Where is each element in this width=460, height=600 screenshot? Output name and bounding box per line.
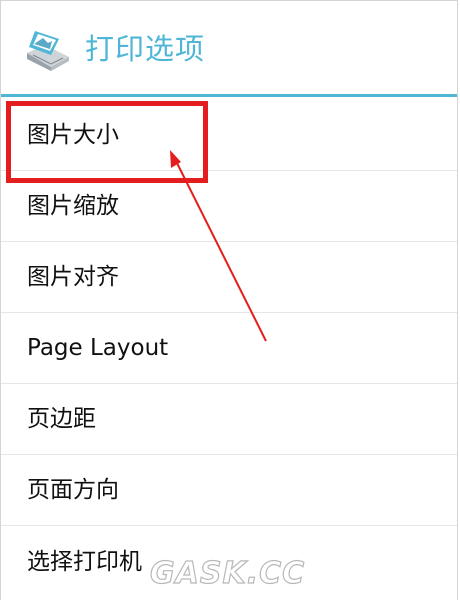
menu-item-label: 图片对齐 <box>27 264 119 290</box>
menu-item-select-printer[interactable]: 选择打印机 <box>1 526 457 597</box>
dialog-header: 打印选项 <box>1 1 457 97</box>
menu-item-label: 页边距 <box>27 406 96 432</box>
menu-item-image-scale[interactable]: 图片缩放 <box>1 171 457 242</box>
menu-item-label: 选择打印机 <box>27 548 142 575</box>
print-options-menu: 图片大小 图片缩放 图片对齐 Page Layout 页边距 页面方向 选择打印… <box>1 100 457 597</box>
menu-item-label: 图片缩放 <box>27 193 119 219</box>
menu-item-page-layout[interactable]: Page Layout <box>1 313 457 384</box>
menu-item-image-size[interactable]: 图片大小 <box>1 100 457 171</box>
menu-item-label: 页面方向 <box>27 477 119 503</box>
menu-item-page-orientation[interactable]: 页面方向 <box>1 455 457 526</box>
menu-item-label: 图片大小 <box>27 122 119 148</box>
dialog-title: 打印选项 <box>85 32 206 66</box>
print-options-dialog: 打印选项 图片大小 图片缩放 图片对齐 Page Layout 页边距 页面方向… <box>0 0 458 600</box>
printer-icon <box>27 31 69 71</box>
menu-item-page-margins[interactable]: 页边距 <box>1 384 457 455</box>
menu-item-label: Page Layout <box>27 335 169 361</box>
menu-item-image-align[interactable]: 图片对齐 <box>1 242 457 313</box>
